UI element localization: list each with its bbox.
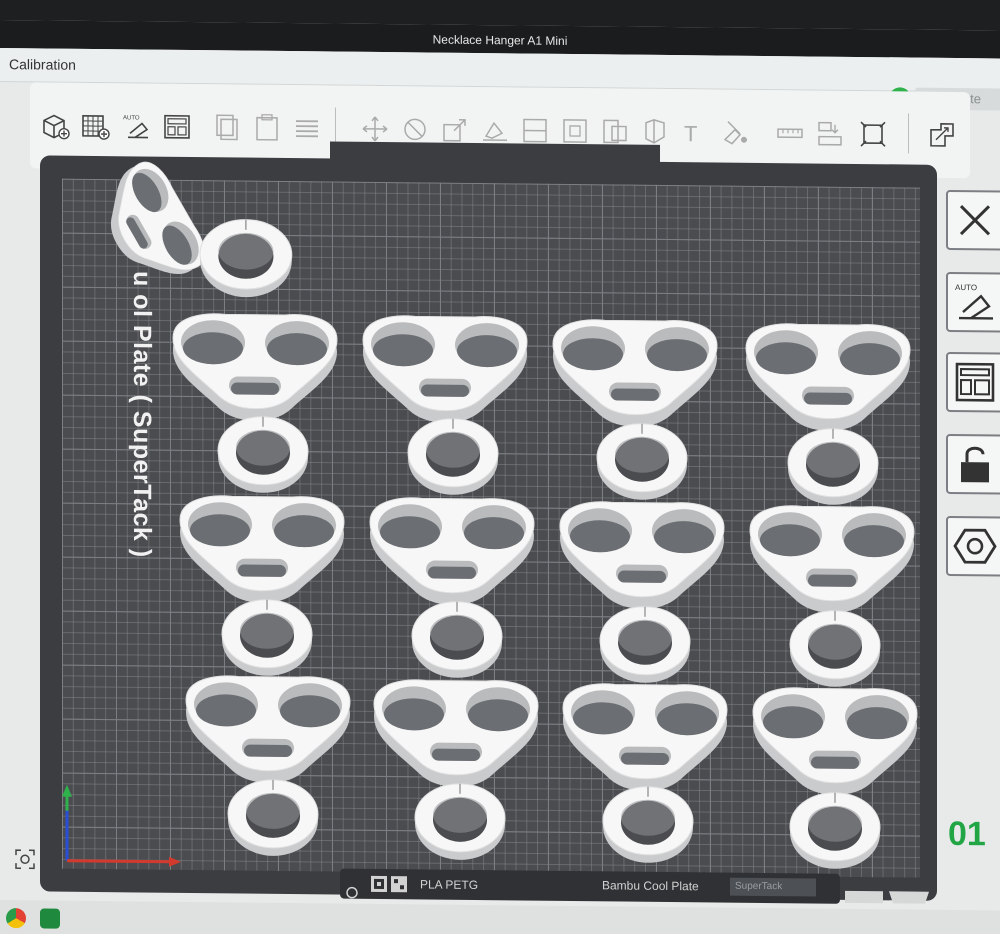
plate-corner-marks	[845, 890, 929, 904]
hanger-part[interactable]	[179, 494, 345, 605]
hanger-part[interactable]	[362, 314, 528, 425]
ring-part[interactable]	[599, 605, 691, 684]
ring-part[interactable]	[789, 791, 881, 870]
hanger-part[interactable]	[562, 682, 728, 793]
close-plate-button[interactable]	[946, 189, 1000, 251]
lock-icon	[961, 446, 989, 483]
ring-part[interactable]	[414, 782, 506, 861]
ring-part[interactable]	[789, 609, 881, 688]
plate-index-counter: 01	[948, 814, 986, 854]
hanger-part[interactable]	[172, 312, 338, 423]
camera-view-icon[interactable]	[14, 848, 36, 870]
axis-indicator	[62, 784, 181, 867]
app-window: Necklace Hanger A1 Mini Calibration ⌄ Sl…	[0, 20, 1000, 934]
hanger-part[interactable]	[749, 504, 915, 615]
plate-type-bottom-label: Bambu Cool Plate	[602, 878, 699, 894]
chrome-icon[interactable]	[6, 908, 26, 929]
settings-hex-icon	[953, 528, 997, 564]
plate-subtype-label: SuperTack	[730, 877, 816, 897]
hanger-part[interactable]	[552, 318, 718, 429]
filament-type-label: PLA PETG	[420, 877, 479, 893]
plate-dot-icon	[346, 886, 358, 899]
svg-text:AUTO: AUTO	[955, 283, 977, 292]
ring-part[interactable]	[227, 778, 319, 857]
ring-part[interactable]	[596, 422, 688, 501]
ring-part[interactable]	[787, 427, 879, 506]
ring-part[interactable]	[407, 417, 499, 496]
hanger-part[interactable]	[369, 496, 535, 607]
auto-arrange-icon: AUTO	[955, 283, 993, 320]
hanger-part[interactable]	[185, 674, 351, 785]
hanger-part[interactable]	[559, 500, 725, 611]
lock-plate-button[interactable]	[946, 433, 1000, 495]
plate-info-bar: PLA PETG Bambu Cool Plate SuperTack	[340, 868, 840, 904]
plate-settings-button[interactable]	[946, 515, 1000, 577]
plate-qr-icon	[371, 875, 407, 893]
hanger-part[interactable]	[87, 154, 214, 297]
hanger-part[interactable]	[373, 678, 539, 789]
auto-arrange-button[interactable]: AUTO	[946, 271, 1000, 333]
layout-button[interactable]	[946, 351, 1000, 413]
ring-part[interactable]	[221, 598, 313, 677]
ring-part[interactable]	[199, 218, 293, 299]
ring-part[interactable]	[411, 600, 503, 679]
hanger-part[interactable]	[752, 686, 918, 797]
ring-part[interactable]	[217, 415, 309, 494]
close-icon	[959, 205, 991, 236]
hanger-part[interactable]	[745, 322, 911, 433]
ring-part[interactable]	[602, 785, 694, 864]
layout-icon	[955, 362, 995, 402]
bambu-studio-icon[interactable]	[40, 908, 60, 929]
